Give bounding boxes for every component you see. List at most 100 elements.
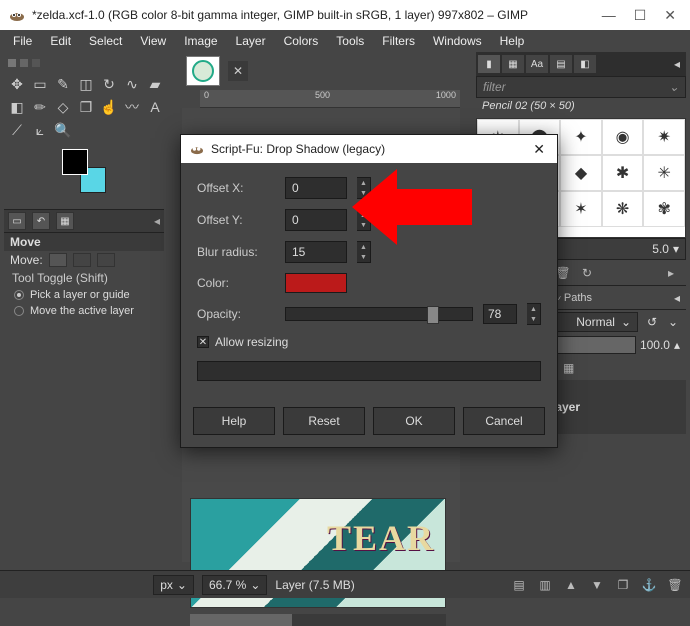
move-selection-icon[interactable] bbox=[73, 253, 91, 267]
tool-rotate[interactable]: ↻ bbox=[98, 73, 120, 95]
statusbar: px⌄ 66.7 %⌄ Layer (7.5 MB) ▤ ▥ ▲ ▼ ❐ ⚓ 🗑 bbox=[0, 570, 690, 598]
dialog-close-button[interactable]: ✕ bbox=[529, 141, 549, 158]
tool-measure[interactable]: ⟀ bbox=[29, 119, 51, 141]
mode-chevron-icon[interactable]: ⌄ bbox=[666, 315, 680, 329]
brush-filter-input[interactable]: filter ⌄ bbox=[476, 76, 686, 98]
allow-resizing-checkbox[interactable]: ✕ Allow resizing bbox=[197, 335, 541, 349]
fg-color-swatch[interactable] bbox=[62, 149, 88, 175]
tool-options-title: Move bbox=[4, 233, 164, 251]
offset-x-label: Offset X: bbox=[197, 181, 275, 195]
document-thumbnail[interactable] bbox=[186, 56, 220, 86]
tool-crop[interactable]: ◫ bbox=[75, 73, 97, 95]
tool-picker[interactable]: ⟋ bbox=[6, 119, 28, 141]
tool-warp[interactable]: ∿ bbox=[121, 73, 143, 95]
chevron-down-icon: ⌄ bbox=[669, 80, 679, 94]
menu-layer[interactable]: Layer bbox=[229, 32, 273, 50]
tool-text[interactable]: A bbox=[144, 96, 166, 118]
opacity-slider[interactable] bbox=[285, 307, 473, 321]
move-path-icon[interactable] bbox=[97, 253, 115, 267]
menu-tools[interactable]: Tools bbox=[329, 32, 371, 50]
refresh-brush-icon[interactable]: ↻ bbox=[578, 264, 596, 282]
radio-pick-layer[interactable]: Pick a layer or guide bbox=[4, 287, 164, 303]
tab-close-icon[interactable]: ✕ bbox=[228, 61, 248, 81]
minimize-button[interactable]: — bbox=[602, 7, 616, 24]
lower-layer-icon[interactable]: ▼ bbox=[588, 576, 606, 594]
tool-pencil[interactable]: ✏ bbox=[29, 96, 51, 118]
panel-menu-icon[interactable]: ◂ bbox=[670, 57, 684, 71]
tool-clone[interactable]: ❐ bbox=[75, 96, 97, 118]
mode-reset-icon[interactable]: ↺ bbox=[642, 315, 662, 329]
close-button[interactable]: ✕ bbox=[664, 7, 676, 24]
tool-bucket[interactable]: ▰ bbox=[144, 73, 166, 95]
menu-view[interactable]: View bbox=[133, 32, 173, 50]
maximize-button[interactable]: ☐ bbox=[634, 7, 647, 24]
tool-smudge[interactable]: ☝ bbox=[98, 96, 120, 118]
undo-history-icon[interactable]: ↶ bbox=[32, 212, 50, 230]
layer-group-icon[interactable]: ▥ bbox=[536, 576, 554, 594]
fonts-tab-icon[interactable]: Aa bbox=[526, 55, 548, 73]
offset-y-label: Offset Y: bbox=[197, 213, 275, 227]
status-info: Layer (7.5 MB) bbox=[275, 578, 354, 592]
dialog-title: Script-Fu: Drop Shadow (legacy) bbox=[211, 142, 385, 156]
lock-alpha-icon[interactable]: ▦ bbox=[561, 360, 577, 376]
layer-opacity-value: 100.0 bbox=[640, 338, 670, 352]
offset-x-input[interactable]: 0 bbox=[285, 177, 347, 199]
delete-layer-icon[interactable]: 🗑 bbox=[666, 576, 684, 594]
images-icon[interactable]: ▦ bbox=[56, 212, 74, 230]
panel-menu-icon[interactable]: ◂ bbox=[674, 291, 680, 305]
help-button[interactable]: Help bbox=[193, 407, 275, 435]
tool-free-select[interactable]: ✎ bbox=[52, 73, 74, 95]
brush-menu-icon[interactable]: ▸ bbox=[662, 264, 680, 282]
dup-layer-icon[interactable]: ❐ bbox=[614, 576, 632, 594]
horizontal-scrollbar[interactable] bbox=[190, 614, 446, 626]
menu-file[interactable]: File bbox=[6, 32, 39, 50]
menubar: File Edit Select View Image Layer Colors… bbox=[0, 30, 690, 52]
reset-button[interactable]: Reset bbox=[283, 407, 365, 435]
radio-move-active[interactable]: Move the active layer bbox=[4, 303, 164, 319]
panel-menu-icon[interactable]: ◂ bbox=[154, 214, 160, 228]
color-swatch-button[interactable] bbox=[285, 273, 347, 293]
menu-edit[interactable]: Edit bbox=[43, 32, 78, 50]
opacity-stepper[interactable]: ▲▼ bbox=[527, 303, 541, 325]
raise-layer-icon[interactable]: ▲ bbox=[562, 576, 580, 594]
move-layer-icon[interactable] bbox=[49, 253, 67, 267]
offset-x-stepper[interactable]: ▲▼ bbox=[357, 177, 371, 199]
blur-radius-stepper[interactable]: ▲▼ bbox=[357, 241, 371, 263]
menu-select[interactable]: Select bbox=[82, 32, 129, 50]
tool-options-icon[interactable]: ▭ bbox=[8, 212, 26, 230]
menu-windows[interactable]: Windows bbox=[426, 32, 489, 50]
tool-rect-select[interactable]: ▭ bbox=[29, 73, 51, 95]
color-label: Color: bbox=[197, 276, 275, 290]
palette-tab-icon[interactable]: ◧ bbox=[574, 55, 596, 73]
stepper-icon[interactable]: ▴ bbox=[674, 338, 680, 352]
patterns-tab-icon[interactable]: ▦ bbox=[502, 55, 524, 73]
image-text: TEAR bbox=[327, 517, 435, 559]
tool-gradient[interactable]: ◧ bbox=[6, 96, 28, 118]
tool-path[interactable]: 〰 bbox=[121, 96, 143, 118]
anchor-layer-icon[interactable]: ⚓ bbox=[640, 576, 658, 594]
offset-y-stepper[interactable]: ▲▼ bbox=[357, 209, 371, 231]
history-tab-icon[interactable]: ▤ bbox=[550, 55, 572, 73]
menu-colors[interactable]: Colors bbox=[277, 32, 326, 50]
blur-radius-label: Blur radius: bbox=[197, 245, 275, 259]
titlebar: *zelda.xcf-1.0 (RGB color 8-bit gamma in… bbox=[0, 0, 690, 30]
opacity-value-input[interactable]: 78 bbox=[483, 304, 517, 324]
blur-radius-input[interactable]: 15 bbox=[285, 241, 347, 263]
cancel-button[interactable]: Cancel bbox=[463, 407, 545, 435]
tool-move[interactable]: ✥ bbox=[6, 73, 28, 95]
color-swatches[interactable] bbox=[62, 149, 106, 193]
new-layer-icon[interactable]: ▤ bbox=[510, 576, 528, 594]
tool-zoom[interactable]: 🔍 bbox=[52, 119, 74, 141]
offset-y-input[interactable]: 0 bbox=[285, 209, 347, 231]
menu-image[interactable]: Image bbox=[177, 32, 224, 50]
menu-help[interactable]: Help bbox=[493, 32, 532, 50]
tool-eraser[interactable]: ◇ bbox=[52, 96, 74, 118]
tool-toggle-label: Tool Toggle (Shift) bbox=[4, 269, 164, 287]
ok-button[interactable]: OK bbox=[373, 407, 455, 435]
menu-filters[interactable]: Filters bbox=[375, 32, 422, 50]
unit-select[interactable]: px⌄ bbox=[153, 575, 194, 595]
brushes-tab-icon[interactable]: ▮ bbox=[478, 55, 500, 73]
zoom-select[interactable]: 66.7 %⌄ bbox=[202, 575, 267, 595]
move-label: Move: bbox=[10, 253, 43, 267]
drop-shadow-dialog: Script-Fu: Drop Shadow (legacy) ✕ Offset… bbox=[180, 134, 558, 448]
